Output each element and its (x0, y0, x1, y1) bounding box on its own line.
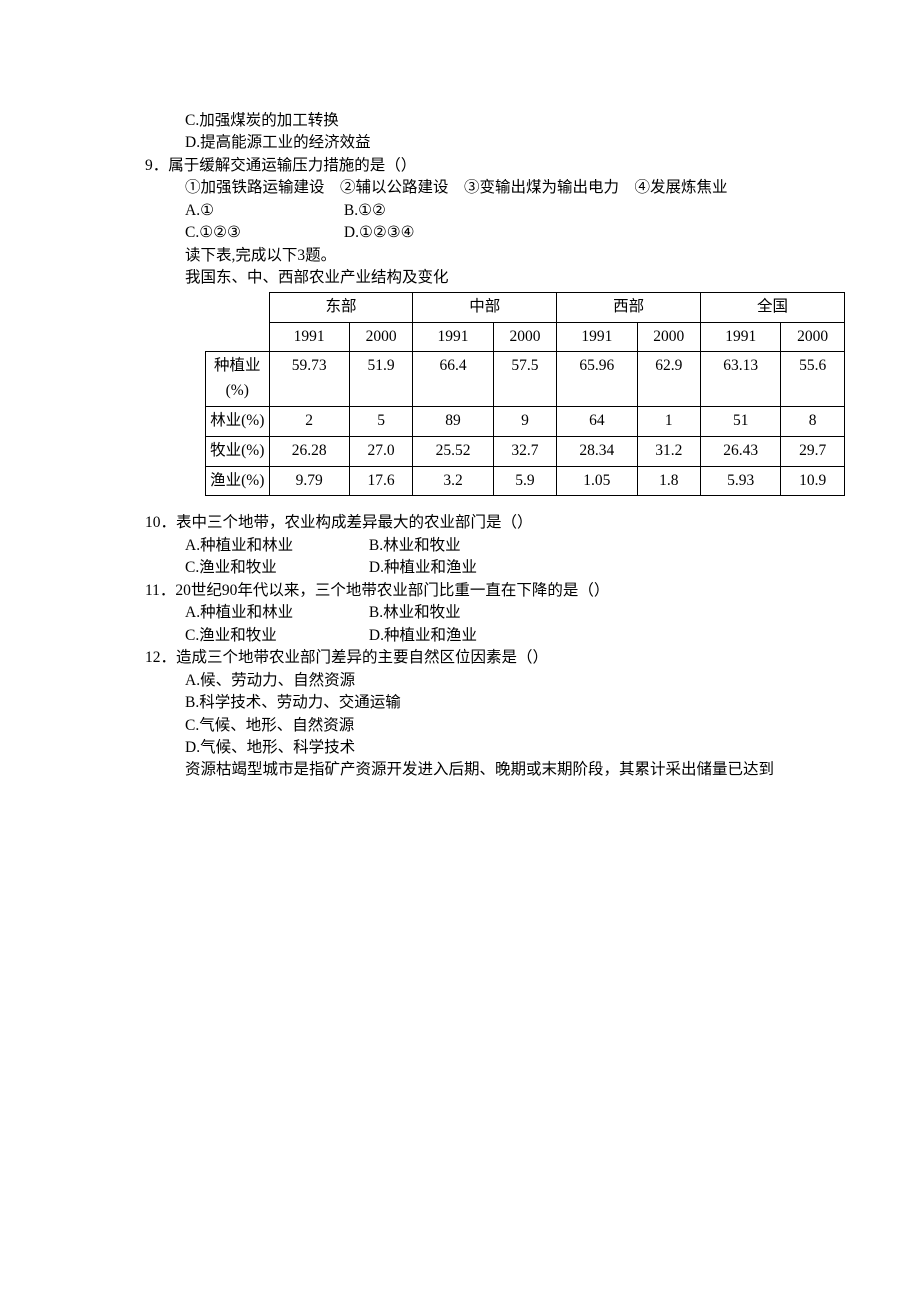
option-10a: A.种植业和林业 (185, 535, 365, 557)
cell: 51.9 (349, 352, 413, 407)
question-11-choices-row1: A.种植业和林业 B.林业和牧业 (145, 602, 775, 624)
region-west: 西部 (557, 292, 701, 322)
question-12: 12．造成三个地带农业部门差异的主要自然区位因素是（） (145, 647, 775, 669)
agri-structure-table: 东部 中部 西部 全国 1991 2000 1991 2000 1991 200… (205, 292, 845, 497)
row-label: 渔业(%) (206, 466, 270, 496)
cell: 1 (637, 406, 701, 436)
page: C.加强煤炭的加工转换 D.提高能源工业的经济效益 9．属于缓解交通运输压力措施… (0, 0, 920, 782)
option-10d: D.种植业和渔业 (369, 557, 477, 579)
cell: 10.9 (781, 466, 845, 496)
year-cell: 2000 (781, 322, 845, 352)
cell: 59.73 (269, 352, 349, 407)
cell: 63.13 (701, 352, 781, 407)
question-11-choices-row2: C.渔业和牧业 D.种植业和渔业 (145, 625, 775, 647)
table-corner (206, 292, 270, 352)
question-9-subchoices: ①加强铁路运输建设 ②辅以公路建设 ③变输出煤为输出电力 ④发展炼焦业 (145, 177, 775, 199)
cell: 1.05 (557, 466, 637, 496)
row-label: 牧业(%) (206, 436, 270, 466)
cell: 25.52 (413, 436, 493, 466)
question-9-choices-row2: C.①②③ D.①②③④ (145, 222, 775, 244)
cell: 66.4 (413, 352, 493, 407)
option-11b: B.林业和牧业 (369, 602, 461, 624)
year-cell: 1991 (557, 322, 637, 352)
option-12c: C.气候、地形、自然资源 (145, 715, 775, 737)
option-12d: D.气候、地形、科学技术 (145, 737, 775, 759)
table-row: 种植业(%) 59.73 51.9 66.4 57.5 65.96 62.9 6… (206, 352, 845, 407)
cell: 5.93 (701, 466, 781, 496)
cell: 2 (269, 406, 349, 436)
cell: 28.34 (557, 436, 637, 466)
cell: 17.6 (349, 466, 413, 496)
lead-3q: 读下表,完成以下3题。 (145, 245, 775, 267)
option-10b: B.林业和牧业 (369, 535, 461, 557)
question-10: 10．表中三个地带，农业构成差异最大的农业部门是（） (145, 512, 775, 534)
region-national: 全国 (701, 292, 845, 322)
region-central: 中部 (413, 292, 557, 322)
cell: 1.8 (637, 466, 701, 496)
cell: 9 (493, 406, 557, 436)
cell: 5 (349, 406, 413, 436)
cell: 62.9 (637, 352, 701, 407)
table-row: 林业(%) 2 5 89 9 64 1 51 8 (206, 406, 845, 436)
lead-next: 资源枯竭型城市是指矿产资源开发进入后期、晚期或末期阶段，其累计采出储量已达到 (145, 759, 775, 781)
table-caption: 我国东、中、西部农业产业结构及变化 (145, 267, 775, 289)
year-cell: 2000 (637, 322, 701, 352)
option-11a: A.种植业和林业 (185, 602, 365, 624)
cell: 27.0 (349, 436, 413, 466)
cell: 55.6 (781, 352, 845, 407)
cell: 8 (781, 406, 845, 436)
option-12a: A.候、劳动力、自然资源 (145, 670, 775, 692)
cell: 9.79 (269, 466, 349, 496)
option-9d: D.①②③④ (344, 222, 415, 244)
option-12b: B.科学技术、劳动力、交通运输 (145, 692, 775, 714)
region-east: 东部 (269, 292, 413, 322)
option-9a: A.① (185, 200, 340, 222)
table-header-row: 东部 中部 西部 全国 (206, 292, 845, 322)
question-10-choices-row1: A.种植业和林业 B.林业和牧业 (145, 535, 775, 557)
cell: 32.7 (493, 436, 557, 466)
cell: 51 (701, 406, 781, 436)
table-year-row: 1991 2000 1991 2000 1991 2000 1991 2000 (206, 322, 845, 352)
question-11: 11．20世纪90年代以来，三个地带农业部门比重一直在下降的是（） (145, 580, 775, 602)
question-9: 9．属于缓解交通运输压力措施的是（） (145, 155, 775, 177)
cell: 29.7 (781, 436, 845, 466)
year-cell: 1991 (269, 322, 349, 352)
option-10c: C.渔业和牧业 (185, 557, 365, 579)
cell: 65.96 (557, 352, 637, 407)
row-label: 林业(%) (206, 406, 270, 436)
option-9b: B.①② (344, 200, 386, 222)
option-11d: D.种植业和渔业 (369, 625, 477, 647)
cell: 26.28 (269, 436, 349, 466)
option-8d: D.提高能源工业的经济效益 (145, 132, 775, 154)
option-8c: C.加强煤炭的加工转换 (145, 110, 775, 132)
option-9c: C.①②③ (185, 222, 340, 244)
row-label: 种植业(%) (206, 352, 270, 407)
year-cell: 1991 (413, 322, 493, 352)
year-cell: 2000 (493, 322, 557, 352)
cell: 26.43 (701, 436, 781, 466)
option-11c: C.渔业和牧业 (185, 625, 365, 647)
cell: 31.2 (637, 436, 701, 466)
cell: 3.2 (413, 466, 493, 496)
year-cell: 2000 (349, 322, 413, 352)
year-cell: 1991 (701, 322, 781, 352)
cell: 89 (413, 406, 493, 436)
cell: 64 (557, 406, 637, 436)
cell: 5.9 (493, 466, 557, 496)
cell: 57.5 (493, 352, 557, 407)
question-9-choices-row1: A.① B.①② (145, 200, 775, 222)
table-row: 渔业(%) 9.79 17.6 3.2 5.9 1.05 1.8 5.93 10… (206, 466, 845, 496)
question-10-choices-row2: C.渔业和牧业 D.种植业和渔业 (145, 557, 775, 579)
table-row: 牧业(%) 26.28 27.0 25.52 32.7 28.34 31.2 2… (206, 436, 845, 466)
